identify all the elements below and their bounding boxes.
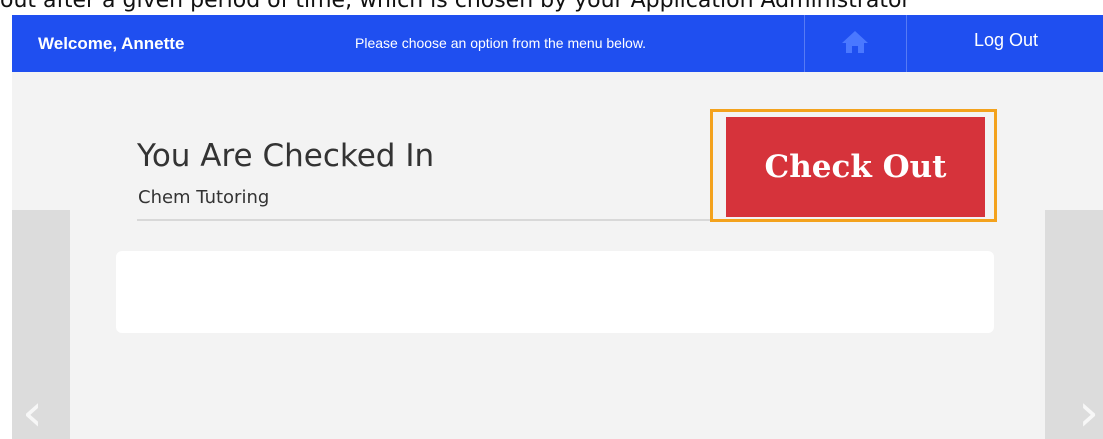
- header-divider: [906, 15, 907, 72]
- top-navigation-bar: Welcome, Annette Please choose an option…: [12, 15, 1103, 72]
- logout-button[interactable]: Log Out: [909, 15, 1103, 72]
- chevron-right-icon: ›: [1078, 383, 1099, 439]
- previous-page-button[interactable]: ‹: [12, 210, 70, 439]
- check-out-button[interactable]: Check Out: [726, 117, 985, 217]
- kiosk-screen: Welcome, Annette Please choose an option…: [12, 15, 1103, 439]
- status-title: You Are Checked In: [137, 138, 435, 174]
- welcome-message: Welcome, Annette: [38, 34, 185, 53]
- menu-instructions: Please choose an option from the menu be…: [355, 35, 647, 51]
- instruction-caption: out after a given period of time, which …: [0, 0, 911, 13]
- content-card: [116, 251, 994, 333]
- home-icon: [840, 29, 870, 59]
- next-page-button[interactable]: ›: [1045, 210, 1103, 439]
- status-divider: [137, 219, 727, 221]
- home-button[interactable]: [805, 15, 905, 72]
- activity-name: Chem Tutoring: [138, 187, 270, 208]
- chevron-left-icon: ‹: [22, 383, 43, 439]
